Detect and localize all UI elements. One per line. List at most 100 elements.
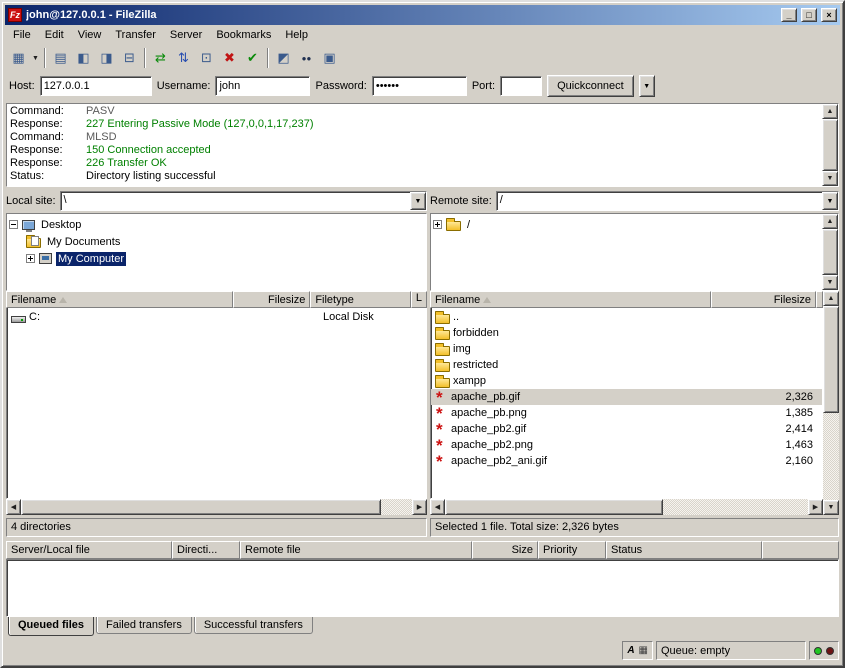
remote-directory-tree[interactable]: /	[431, 214, 822, 290]
expand-icon[interactable]	[26, 254, 35, 263]
transfer-queue-body[interactable]	[6, 559, 839, 617]
cancel-operation-button[interactable]: ✖	[218, 47, 241, 69]
scroll-thumb[interactable]	[823, 306, 839, 413]
scroll-track[interactable]	[822, 229, 838, 275]
queue-column-status[interactable]: Status	[606, 541, 762, 559]
toggle-transfer-queue-button[interactable]: ⊟	[118, 47, 141, 69]
remote-file-row-selected[interactable]: apache_pb.gif2,326	[431, 389, 822, 405]
column-header-filename[interactable]: Filename	[430, 291, 711, 308]
scroll-left-icon[interactable]: ◀	[430, 499, 445, 515]
remote-file-row[interactable]: xampp	[431, 373, 822, 389]
menu-view[interactable]: View	[71, 27, 109, 43]
expand-icon[interactable]	[433, 220, 442, 229]
menu-edit[interactable]: Edit	[38, 27, 71, 43]
remote-file-row[interactable]: ..	[431, 309, 822, 325]
local-list-body[interactable]: C: Local Disk	[6, 308, 427, 499]
remote-file-row[interactable]: apache_pb2.gif2,414	[431, 421, 822, 437]
close-button[interactable]: ×	[821, 8, 837, 22]
scroll-track[interactable]	[21, 499, 412, 515]
chevron-down-icon[interactable]: ▼	[410, 192, 426, 210]
toggle-message-log-button[interactable]: ▤	[49, 47, 72, 69]
scroll-down-icon[interactable]: ▼	[823, 500, 839, 515]
column-header-filetype[interactable]: Filetype	[310, 291, 411, 308]
collapse-icon[interactable]	[9, 220, 18, 229]
scroll-track[interactable]	[823, 306, 839, 500]
remote-list-body[interactable]: .. forbidden img restricted xampp apache…	[430, 308, 823, 499]
maximize-button[interactable]: □	[801, 8, 817, 22]
quickconnect-dropdown-icon[interactable]: ▼	[639, 75, 655, 97]
queue-column-size[interactable]: Size	[472, 541, 538, 559]
settings-button[interactable]: ▣	[318, 47, 341, 69]
tree-item-root[interactable]: /	[433, 216, 820, 233]
menu-bookmarks[interactable]: Bookmarks	[209, 27, 278, 43]
scroll-up-icon[interactable]: ▲	[822, 104, 838, 119]
synchronized-browsing-button[interactable]: ✔	[241, 47, 264, 69]
local-directory-tree[interactable]: Desktop My Documents My Computer	[7, 214, 426, 290]
remote-file-row[interactable]: apache_pb2.png1,463	[431, 437, 822, 453]
scroll-right-icon[interactable]: ▶	[808, 499, 823, 515]
scroll-up-icon[interactable]: ▲	[822, 214, 838, 229]
scroll-thumb[interactable]	[822, 229, 838, 275]
remote-horizontal-scrollbar[interactable]: ◀ ▶	[430, 499, 823, 515]
tree-item-desktop[interactable]: Desktop	[9, 216, 424, 233]
remote-vertical-scrollbar[interactable]: ▲ ▼	[823, 291, 839, 515]
toggle-remote-tree-button[interactable]: ◨	[95, 47, 118, 69]
find-files-button[interactable]: ●●	[295, 47, 318, 69]
tree-item-my-documents[interactable]: My Documents	[9, 233, 424, 250]
remote-file-row[interactable]: apache_pb2_ani.gif2,160	[431, 453, 822, 469]
remote-file-row[interactable]: restricted	[431, 357, 822, 373]
filter-button[interactable]: ◩	[272, 47, 295, 69]
local-site-combobox[interactable]: \ ▼	[60, 191, 427, 211]
tab-successful-transfers[interactable]: Successful transfers	[194, 617, 313, 634]
queue-column-server-local-file[interactable]: Server/Local file	[6, 541, 172, 559]
title-bar[interactable]: Fz john@127.0.0.1 - FileZilla _ □ ×	[5, 5, 840, 25]
password-input[interactable]	[372, 76, 467, 96]
log-scrollbar[interactable]: ▲ ▼	[822, 104, 838, 186]
scroll-thumb[interactable]	[822, 119, 838, 171]
scroll-left-icon[interactable]: ◀	[6, 499, 21, 515]
scroll-track[interactable]	[445, 499, 808, 515]
column-header-last-modified[interactable]: L	[411, 291, 427, 308]
remote-file-row[interactable]: img	[431, 341, 822, 357]
scroll-thumb[interactable]	[445, 499, 663, 515]
minimize-button[interactable]: _	[781, 8, 797, 22]
local-horizontal-scrollbar[interactable]: ◀ ▶	[6, 499, 427, 515]
queue-column-direction[interactable]: Directi...	[172, 541, 240, 559]
scroll-up-icon[interactable]: ▲	[823, 291, 839, 306]
tab-failed-transfers[interactable]: Failed transfers	[96, 617, 192, 634]
local-file-row[interactable]: C: Local Disk	[7, 309, 426, 325]
scroll-right-icon[interactable]: ▶	[412, 499, 427, 515]
queue-column-remote-file[interactable]: Remote file	[240, 541, 472, 559]
scroll-thumb[interactable]	[21, 499, 381, 515]
remote-file-row[interactable]: apache_pb.png1,385	[431, 405, 822, 421]
tree-item-my-computer[interactable]: My Computer	[9, 250, 424, 267]
refresh-button[interactable]: ⇄	[149, 47, 172, 69]
remote-file-row[interactable]: forbidden	[431, 325, 822, 341]
menu-help[interactable]: Help	[278, 27, 315, 43]
column-header-filesize[interactable]: Filesize	[711, 291, 816, 308]
message-log[interactable]: Command:PASV Response:227 Entering Passi…	[6, 103, 839, 187]
site-manager-button[interactable]: ▦	[7, 47, 30, 69]
site-manager-dropdown-icon[interactable]: ▼	[30, 47, 41, 69]
menu-file[interactable]: File	[6, 27, 38, 43]
port-input[interactable]	[500, 76, 542, 96]
column-header-filesize[interactable]: Filesize	[233, 291, 310, 308]
file-size: 1,385	[712, 407, 817, 419]
scroll-track[interactable]	[822, 119, 838, 171]
menu-transfer[interactable]: Transfer	[108, 27, 163, 43]
queue-column-priority[interactable]: Priority	[538, 541, 606, 559]
scroll-down-icon[interactable]: ▼	[822, 171, 838, 186]
process-queue-button[interactable]: ⇅	[172, 47, 195, 69]
quickconnect-button[interactable]: Quickconnect	[547, 75, 634, 97]
scroll-down-icon[interactable]: ▼	[822, 275, 838, 290]
remote-tree-scrollbar[interactable]: ▲ ▼	[822, 214, 838, 290]
chevron-down-icon[interactable]: ▼	[822, 192, 838, 210]
preview-button[interactable]: ⊡	[195, 47, 218, 69]
username-input[interactable]	[215, 76, 310, 96]
toggle-local-tree-button[interactable]: ◧	[72, 47, 95, 69]
column-header-filename[interactable]: Filename	[6, 291, 233, 308]
tab-queued-files[interactable]: Queued files	[8, 617, 94, 636]
menu-server[interactable]: Server	[163, 27, 209, 43]
remote-site-combobox[interactable]: / ▼	[496, 191, 839, 211]
host-input[interactable]	[40, 76, 152, 96]
